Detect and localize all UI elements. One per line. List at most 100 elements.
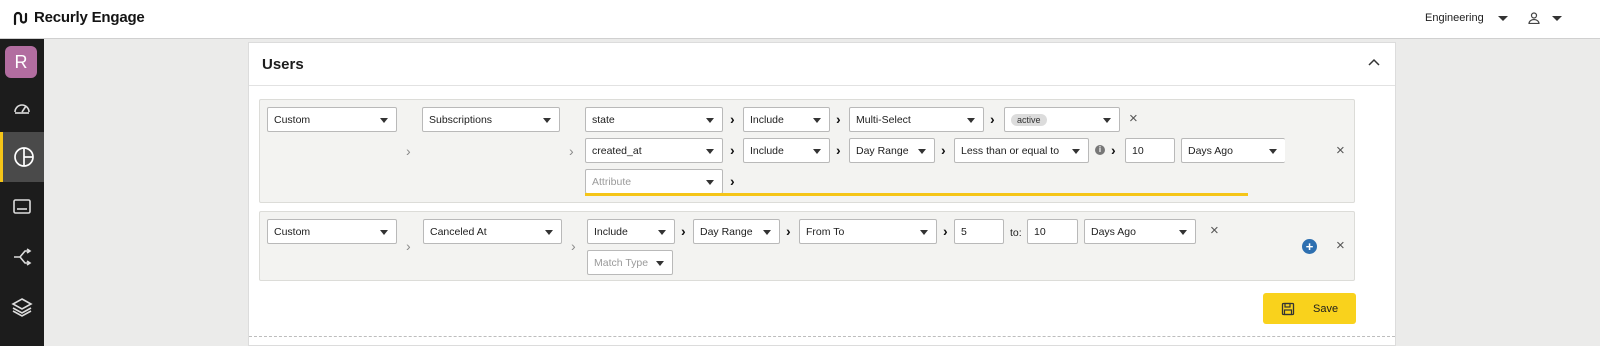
chevron-down-icon (1552, 15, 1562, 21)
operator-select[interactable]: Include (743, 107, 830, 132)
unit-select[interactable]: Days Ago (1181, 138, 1285, 163)
operator-select[interactable]: Include (587, 219, 675, 244)
select-value: created_at (592, 144, 642, 157)
select-value: Include (750, 144, 784, 157)
comparison-select[interactable]: Less than or equal to (954, 138, 1089, 163)
chevron-down-icon (380, 230, 388, 235)
save-label: Save (1313, 302, 1339, 315)
input-value: 5 (961, 225, 967, 238)
condition-group-2: Custom › Canceled At › Include › Day Ran… (259, 211, 1355, 281)
chevron-right-icon: › (730, 173, 735, 189)
chevron-down-icon (545, 230, 553, 235)
chevron-down-icon (1497, 15, 1508, 21)
chevron-down-icon (706, 118, 714, 123)
select-value: Day Range (700, 225, 753, 238)
chevron-down-icon (813, 118, 821, 123)
chevron-right-icon: › (406, 238, 411, 254)
app-name: Recurly Engage (34, 9, 145, 26)
panel-title: Users (262, 56, 304, 73)
select-value: Custom (274, 113, 311, 126)
add-condition-icon[interactable]: + (1302, 239, 1317, 254)
segments-pie-icon (13, 147, 34, 167)
attribute-select[interactable]: state (585, 107, 723, 132)
org-switcher[interactable]: Engineering (1425, 12, 1508, 24)
remove-row-icon[interactable]: × (1129, 111, 1138, 126)
group-type-select[interactable]: Custom (267, 219, 397, 244)
attribute-select[interactable]: created_at (585, 138, 723, 163)
sidebar-item-layers[interactable] (0, 282, 44, 332)
chevron-down-icon (656, 261, 664, 266)
chevron-down-icon (706, 149, 714, 154)
save-icon (1281, 302, 1295, 315)
remove-row-icon[interactable]: × (1210, 223, 1219, 238)
days-value-input[interactable]: 10 (1125, 138, 1175, 163)
chevron-down-icon (1269, 149, 1277, 154)
app-logo[interactable]: Recurly Engage (12, 9, 145, 26)
chevron-right-icon: › (569, 143, 574, 159)
chevron-right-icon: › (1111, 142, 1116, 158)
to-label: to: (1010, 227, 1022, 239)
sidebar-item-flows[interactable] (0, 232, 44, 282)
panel-header[interactable]: Users (249, 43, 1395, 86)
chevron-right-icon: › (941, 142, 946, 158)
select-value: Canceled At (430, 225, 487, 238)
unit-select[interactable]: Days Ago (1084, 219, 1196, 244)
value-chip[interactable]: active (1011, 113, 1047, 126)
chevron-down-icon (920, 230, 928, 235)
chevron-down-icon (1103, 118, 1111, 123)
select-value: Include (750, 113, 784, 126)
save-button[interactable]: Save (1263, 293, 1356, 324)
chevron-down-icon (706, 180, 714, 185)
chevron-down-icon (967, 118, 975, 123)
select-value: Subscriptions (429, 113, 493, 126)
match-type-select[interactable]: Match Type (587, 250, 673, 275)
chevron-right-icon: › (406, 143, 411, 159)
mode-select[interactable]: Day Range (693, 219, 780, 244)
source-select[interactable]: Canceled At (423, 219, 562, 244)
focus-underline (585, 193, 1248, 196)
info-icon[interactable]: i (1095, 145, 1105, 155)
chevron-down-icon (380, 118, 388, 123)
sidebar: R (0, 39, 44, 346)
group-type-select[interactable]: Custom (267, 107, 397, 132)
mode-select[interactable]: Multi-Select (849, 107, 984, 132)
chevron-right-icon: › (990, 111, 995, 127)
chevron-down-icon (763, 230, 771, 235)
sidebar-item-segments[interactable] (0, 132, 44, 182)
chevron-up-icon[interactable] (1367, 57, 1381, 67)
sidebar-item-display[interactable] (0, 182, 44, 232)
select-value: Less than or equal to (961, 144, 1060, 157)
select-placeholder: Match Type (594, 256, 649, 269)
input-value: 10 (1132, 144, 1144, 157)
top-bar: Recurly Engage Engineering (0, 0, 1600, 39)
to-input[interactable]: 10 (1027, 219, 1078, 244)
select-value: state (592, 113, 615, 126)
chevron-right-icon: › (571, 238, 576, 254)
select-placeholder: Attribute (592, 175, 632, 188)
user-menu[interactable] (1528, 12, 1562, 24)
recurly-logo-icon (13, 11, 28, 25)
mode-select[interactable]: Day Range (849, 138, 935, 163)
user-icon (1528, 12, 1540, 24)
account-avatar[interactable]: R (5, 46, 37, 78)
chevron-down-icon (1072, 149, 1080, 154)
flows-icon (14, 248, 32, 266)
select-value: Days Ago (1091, 225, 1136, 238)
chevron-right-icon: › (730, 111, 735, 127)
sidebar-item-dashboard[interactable] (0, 83, 44, 133)
attribute-select-empty[interactable]: Attribute (585, 169, 723, 194)
org-name: Engineering (1425, 12, 1484, 24)
value-multiselect[interactable]: active (1004, 107, 1120, 132)
range-select[interactable]: From To (799, 219, 937, 244)
operator-select[interactable]: Include (743, 138, 830, 163)
remove-group-icon[interactable]: × (1336, 238, 1345, 253)
dashboard-gauge-icon (14, 104, 30, 114)
condition-group-1: Custom › Subscriptions › state › Include… (259, 99, 1355, 203)
remove-group-icon[interactable]: × (1336, 143, 1345, 158)
chevron-down-icon (918, 149, 926, 154)
source-select[interactable]: Subscriptions (422, 107, 560, 132)
select-value: Custom (274, 225, 311, 238)
chevron-down-icon (813, 149, 821, 154)
chevron-down-icon (1179, 230, 1187, 235)
from-input[interactable]: 5 (954, 219, 1004, 244)
